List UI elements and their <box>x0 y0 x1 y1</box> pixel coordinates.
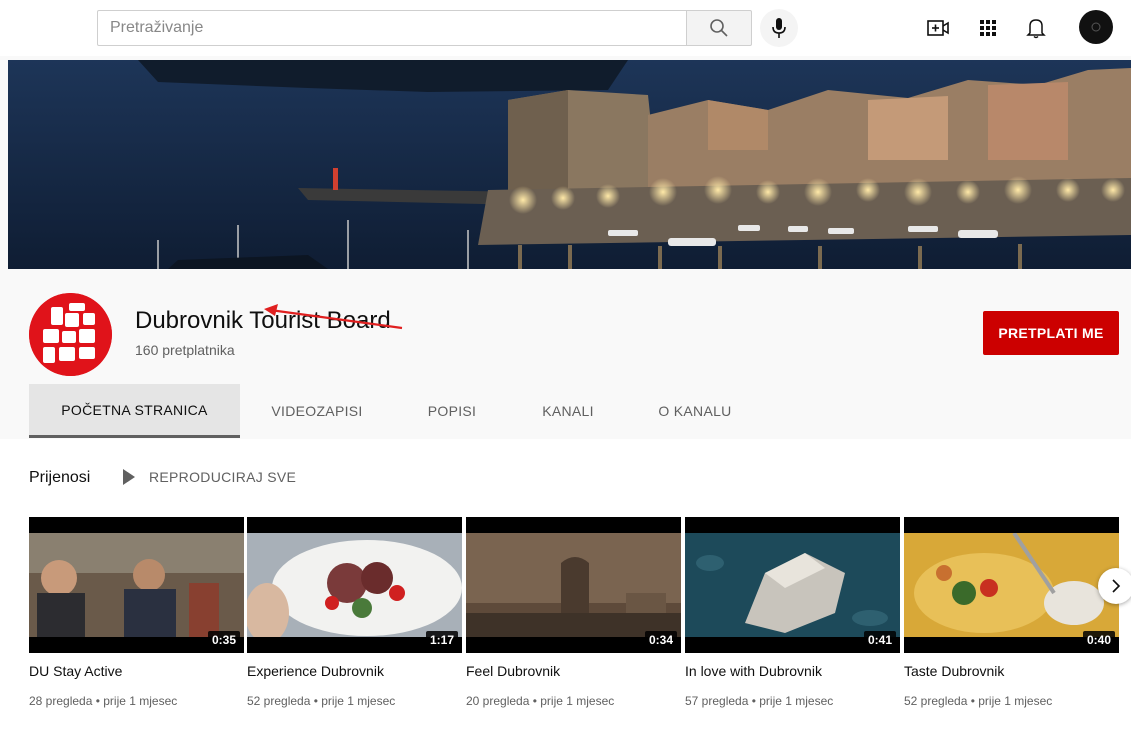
video-thumbnail[interactable]: 0:35 <box>29 517 244 653</box>
video-card[interactable]: 1:17 Experience Dubrovnik 52 pregleda • … <box>247 517 462 708</box>
notifications-button[interactable] <box>1022 14 1050 42</box>
video-title[interactable]: Feel Dubrovnik <box>466 663 681 679</box>
avatar-icon <box>1091 22 1101 32</box>
tab-about[interactable]: O KANALU <box>626 384 764 438</box>
top-bar: Pretraživanje <box>0 0 1131 56</box>
video-meta: 52 pregleda • prije 1 mjesec <box>247 694 396 708</box>
video-thumbnail[interactable]: 0:34 <box>466 517 681 653</box>
dubrovnik-logo-image <box>29 293 112 376</box>
video-thumbnail-image <box>685 533 900 637</box>
search-input[interactable]: Pretraživanje <box>97 10 687 46</box>
video-card[interactable]: 0:34 Feel Dubrovnik 20 pregleda • prije … <box>466 517 681 708</box>
chevron-right-icon <box>1112 579 1121 593</box>
video-duration: 0:41 <box>863 631 896 649</box>
channel-header: Dubrovnik Tourist Board 160 pretplatnika… <box>0 269 1131 439</box>
video-card[interactable]: 0:40 Taste Dubrovnik 52 pregleda • prije… <box>904 517 1119 708</box>
video-duration: 0:40 <box>1082 631 1115 649</box>
video-thumbnail-image <box>466 533 681 637</box>
video-title[interactable]: Experience Dubrovnik <box>247 663 462 679</box>
play-icon <box>123 469 135 485</box>
subscriber-count: 160 pretplatnika <box>135 342 235 358</box>
subscribe-button[interactable]: PRETPLATI ME <box>983 311 1119 355</box>
video-meta: 28 pregleda • prije 1 mjesec <box>29 694 178 708</box>
video-thumbnail[interactable]: 1:17 <box>247 517 462 653</box>
channel-logo[interactable] <box>29 293 112 376</box>
dubrovnik-night-banner-image <box>8 60 1131 269</box>
video-duration: 0:35 <box>207 631 240 649</box>
video-title[interactable]: In love with Dubrovnik <box>685 663 900 679</box>
apps-button[interactable] <box>974 14 1002 42</box>
video-thumbnail-image <box>29 533 244 637</box>
annotation-arrow <box>264 304 403 330</box>
tab-channels[interactable]: KANALI <box>510 384 626 438</box>
video-duration: 0:34 <box>644 631 677 649</box>
voice-search-button[interactable] <box>760 9 798 47</box>
video-meta: 57 pregleda • prije 1 mjesec <box>685 694 834 708</box>
tab-videos[interactable]: VIDEOZAPISI <box>240 384 394 438</box>
video-meta: 20 pregleda • prije 1 mjesec <box>466 694 615 708</box>
search-button[interactable] <box>686 10 752 46</box>
create-video-button[interactable] <box>924 14 952 42</box>
video-thumbnail-image <box>904 533 1119 637</box>
uploads-section: Prijenosi REPRODUCIRAJ SVE 0:35 DU Stay … <box>0 439 1131 744</box>
channel-banner <box>8 60 1131 269</box>
video-duration: 1:17 <box>425 631 458 649</box>
search-icon <box>710 19 728 37</box>
carousel-next-button[interactable] <box>1098 568 1131 604</box>
apps-grid-icon <box>980 20 996 36</box>
video-title[interactable]: DU Stay Active <box>29 663 244 679</box>
video-title[interactable]: Taste Dubrovnik <box>904 663 1119 679</box>
video-thumbnail-image <box>247 533 462 637</box>
video-card[interactable]: 0:41 In love with Dubrovnik 57 pregleda … <box>685 517 900 708</box>
section-title[interactable]: Prijenosi <box>29 469 90 487</box>
mic-icon <box>772 18 786 38</box>
video-thumbnail[interactable]: 0:41 <box>685 517 900 653</box>
video-thumbnail[interactable]: 0:40 <box>904 517 1119 653</box>
video-meta: 52 pregleda • prije 1 mjesec <box>904 694 1053 708</box>
tab-playlists[interactable]: POPISI <box>394 384 510 438</box>
play-all-button[interactable]: REPRODUCIRAJ SVE <box>123 469 296 485</box>
play-all-label: REPRODUCIRAJ SVE <box>149 469 297 485</box>
account-avatar[interactable] <box>1079 10 1113 44</box>
notifications-bell-icon <box>1026 19 1046 39</box>
create-video-icon <box>927 20 949 36</box>
video-card[interactable]: 0:35 DU Stay Active 28 pregleda • prije … <box>29 517 244 708</box>
tab-home[interactable]: POČETNA STRANICA <box>29 384 240 438</box>
